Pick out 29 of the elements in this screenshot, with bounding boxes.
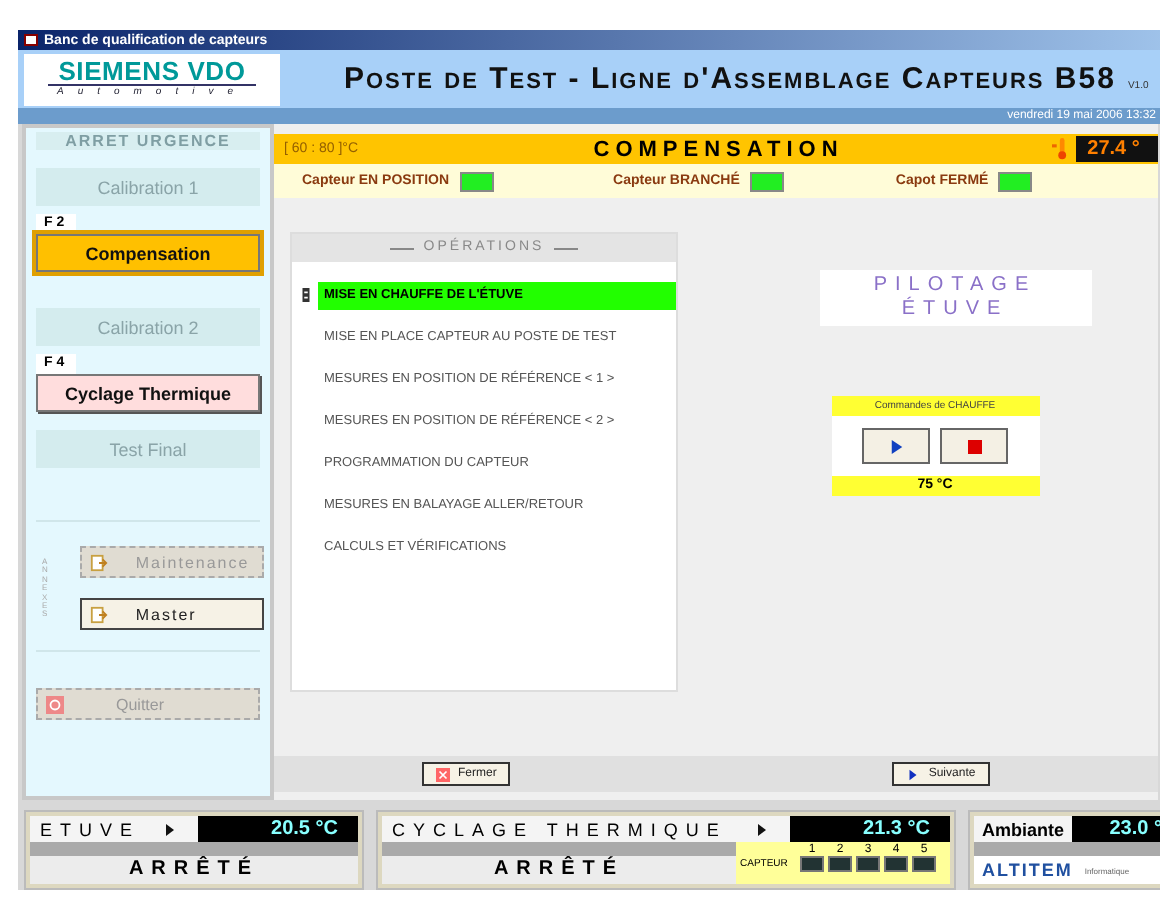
oven-state: ARRÊTÉ (30, 856, 358, 884)
play-button[interactable] (862, 428, 930, 464)
power-icon (46, 695, 64, 713)
oven-label: ETUVE (38, 819, 143, 839)
stop-icon (967, 439, 981, 453)
oven-temperature: 20.5 °C (198, 816, 358, 842)
play-icon (889, 439, 903, 453)
temperature-display: 27.4 ° (1075, 136, 1158, 162)
ambient-label: Ambiante (980, 819, 1067, 839)
pilotage-subtitle: ÉTUVE (899, 298, 1011, 322)
step-button[interactable]: Compensation (36, 234, 260, 272)
emergency-stop-label: ARRET URGENCE (36, 132, 260, 150)
pilotage-title: PILOTAGE (871, 274, 1039, 296)
stage-title: COMPENSATION (593, 137, 846, 161)
play-icon (906, 767, 921, 781)
current-step-icon (301, 288, 309, 302)
close-icon (436, 767, 450, 781)
thermometer-icon (1051, 138, 1068, 160)
app-title: Poste de Test - Ligne d'Assemblage Capteurs B58 (344, 62, 1116, 96)
thermal-cycle-label: CYCLAGE THERMIQUE (390, 819, 729, 839)
annex-button[interactable]: Master (79, 598, 264, 630)
thermal-cycle-state: ARRÊTÉ (382, 856, 736, 884)
thermal-cycle-temperature: 21.3 °C (790, 816, 950, 842)
arrow-icon (758, 823, 766, 835)
arrow-icon (166, 823, 174, 835)
app-icon (24, 34, 38, 46)
altitem-logo: ALTITEM (982, 860, 1073, 880)
stop-button[interactable] (940, 428, 1008, 464)
step-button[interactable]: Cyclage Thermique (36, 374, 260, 412)
